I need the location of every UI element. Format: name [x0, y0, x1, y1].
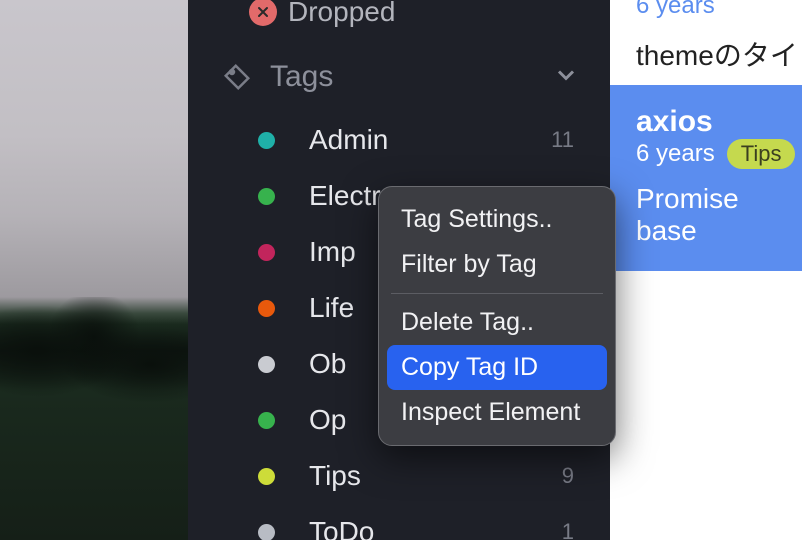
- tag-color-dot: [258, 524, 275, 540]
- tag-count: 1: [562, 519, 574, 540]
- note-card[interactable]: 6 years themeのタイ: [610, 0, 802, 93]
- tag-label: Admin: [309, 124, 551, 156]
- tag-color-dot: [258, 244, 275, 261]
- context-menu-item[interactable]: Copy Tag ID: [387, 345, 607, 390]
- tag-count: 9: [562, 463, 574, 489]
- context-menu-item[interactable]: Delete Tag..: [387, 300, 607, 345]
- sidebar-tag-item[interactable]: ToDo1: [188, 504, 610, 540]
- note-title: axios: [636, 105, 713, 139]
- close-circle-icon: [238, 0, 288, 26]
- tag-color-dot: [258, 468, 275, 485]
- tag-icon: [218, 62, 256, 92]
- note-age: 6 years: [636, 140, 715, 168]
- context-menu: Tag Settings..Filter by Tag Delete Tag..C…: [378, 186, 616, 446]
- context-menu-item[interactable]: Inspect Element: [387, 390, 607, 435]
- desktop-wallpaper: [0, 0, 188, 540]
- context-menu-separator: [391, 293, 603, 294]
- tag-count: 11: [551, 127, 574, 153]
- context-menu-item[interactable]: Tag Settings..: [387, 197, 607, 242]
- sidebar-item-dropped[interactable]: Dropped: [188, 0, 610, 38]
- chevron-down-icon: [552, 61, 580, 94]
- sidebar-tag-item[interactable]: Tips9: [188, 448, 610, 504]
- tag-color-dot: [258, 188, 275, 205]
- tag-color-dot: [258, 300, 275, 317]
- note-age: 6 years: [636, 0, 802, 20]
- note-card-selected[interactable]: axios 6 years Tips Promise base: [610, 85, 802, 271]
- tag-label: ToDo: [309, 516, 562, 540]
- note-snippet: themeのタイ: [636, 34, 802, 74]
- sidebar-tag-item[interactable]: Admin11: [188, 112, 610, 168]
- tag-color-dot: [258, 132, 275, 149]
- status-label: Dropped: [288, 0, 395, 28]
- context-menu-item[interactable]: Filter by Tag: [387, 242, 607, 287]
- tag-color-dot: [258, 356, 275, 373]
- section-title: Tags: [256, 60, 552, 94]
- tag-badge: Tips: [727, 139, 796, 169]
- tag-color-dot: [258, 412, 275, 429]
- note-snippet: Promise base: [636, 183, 802, 247]
- tags-section-header[interactable]: Tags: [188, 38, 610, 112]
- tag-label: Tips: [309, 460, 562, 492]
- content-pane: 6 years themeのタイ axios 6 years Tips Prom…: [610, 0, 802, 540]
